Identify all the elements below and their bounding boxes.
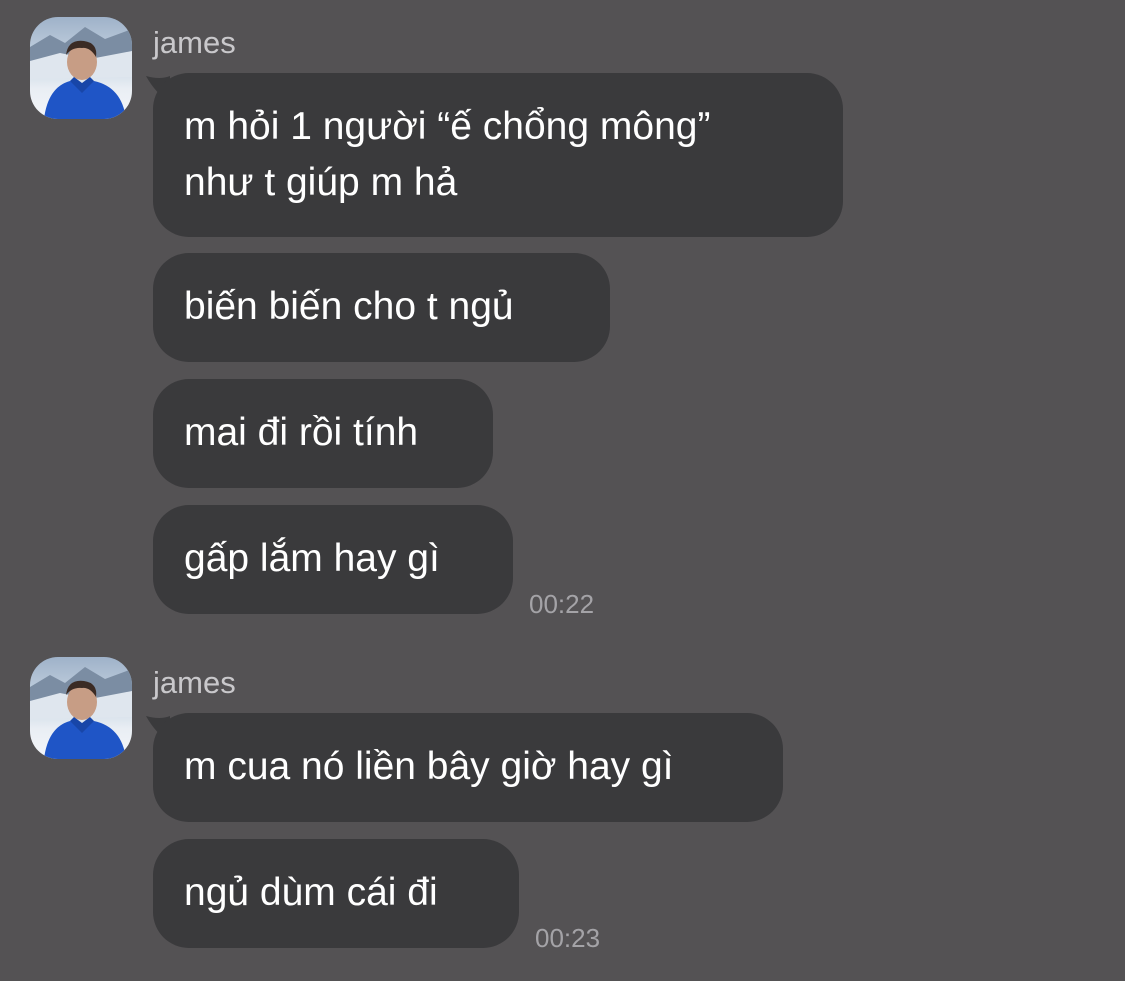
- sender-avatar[interactable]: [30, 657, 132, 759]
- message-text-line: mai đi rồi tính: [184, 411, 419, 454]
- message-text-line: m cua nó liền bây giờ hay gì: [184, 745, 674, 788]
- sender-avatar[interactable]: [30, 17, 132, 119]
- message-text-line: như t giúp m hả: [184, 161, 458, 204]
- avatar-photo-icon: [30, 27, 132, 119]
- message-text-line: gấp lắm hay gì: [184, 537, 440, 580]
- message-text-line: m hỏi 1 người “ế chổng mông”: [184, 105, 711, 148]
- message-timestamp: 00:22: [529, 589, 595, 619]
- message-bubble[interactable]: m hỏi 1 người “ế chổng mông” như t giúp …: [153, 73, 843, 237]
- message-bubble[interactable]: biến biến cho t ngủ: [153, 253, 610, 362]
- chat-screen: { "groups": [ { "sender": "james", "mess…: [0, 0, 1125, 981]
- message-bubble[interactable]: mai đi rồi tính: [153, 379, 493, 488]
- sender-name: james: [153, 25, 236, 60]
- message-text-line: biến biến cho t ngủ: [184, 285, 514, 328]
- message-bubble[interactable]: m cua nó liền bây giờ hay gì: [153, 713, 783, 822]
- avatar-photo-icon: [30, 667, 132, 759]
- message-timestamp: 00:23: [535, 923, 601, 953]
- message-text-line: ngủ dùm cái đi: [184, 871, 438, 914]
- message-bubble[interactable]: ngủ dùm cái đi: [153, 839, 519, 948]
- message-bubble[interactable]: gấp lắm hay gì: [153, 505, 513, 614]
- sender-name: james: [153, 665, 236, 700]
